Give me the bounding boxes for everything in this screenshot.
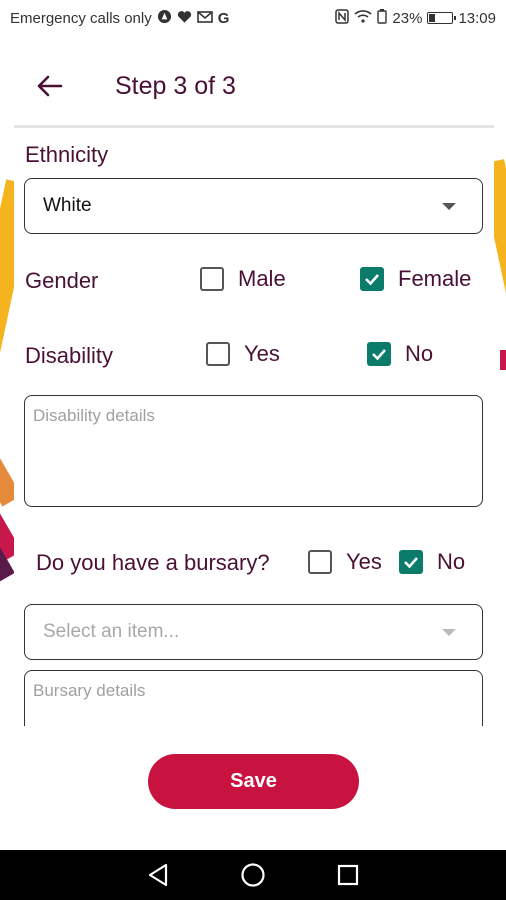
disability-no-option[interactable]: No	[367, 341, 433, 367]
gender-male-checkbox[interactable]	[200, 267, 224, 291]
carrier-text: Emergency calls only	[10, 9, 152, 27]
page-title: Step 3 of 3	[115, 72, 236, 100]
ethnicity-value: White	[43, 195, 92, 216]
gender-male-label: Male	[238, 266, 286, 291]
disability-yes-label: Yes	[244, 341, 280, 366]
check-icon	[372, 349, 386, 361]
wifi-icon	[354, 9, 372, 27]
back-button[interactable]	[34, 70, 66, 102]
alert-circle-icon	[157, 9, 172, 27]
profile-form: Ethnicity White Gender Male Female Disab…	[14, 128, 494, 726]
disability-details-input[interactable]: Disability details	[24, 395, 483, 507]
status-right: 23% 13:09	[335, 8, 496, 28]
check-icon	[365, 274, 379, 286]
bursary-select-placeholder: Select an item...	[43, 621, 180, 642]
gender-female-label: Female	[398, 266, 472, 291]
ethnicity-label: Ethnicity	[25, 142, 109, 167]
gender-female-option[interactable]: Female	[360, 266, 471, 292]
ethnicity-select[interactable]: White	[24, 178, 483, 234]
disability-no-label: No	[405, 341, 434, 366]
bursary-yes-option[interactable]: Yes	[308, 549, 382, 575]
bursary-no-checkbox[interactable]	[399, 550, 423, 574]
heart-icon	[177, 10, 192, 27]
bursary-yes-checkbox[interactable]	[308, 550, 332, 574]
battery-percent: 23%	[392, 9, 423, 27]
chevron-down-icon	[442, 203, 456, 210]
status-left: Emergency calls only G	[10, 9, 229, 27]
disability-label: Disability	[25, 343, 114, 368]
bursary-select[interactable]: Select an item...	[24, 604, 483, 660]
nav-recents-button[interactable]	[333, 860, 363, 890]
bursary-no-option[interactable]: No	[399, 549, 465, 575]
battery-saver-icon	[377, 8, 388, 28]
decor-ribbon-red-right	[500, 350, 506, 370]
nav-back-button[interactable]	[143, 860, 173, 890]
bursary-yes-label: Yes	[346, 549, 382, 574]
gender-label: Gender	[25, 268, 99, 293]
status-bar: Emergency calls only G 23% 13:09	[0, 0, 506, 36]
nfc-icon	[335, 8, 350, 28]
circle-home-icon	[241, 863, 265, 887]
gender-female-checkbox[interactable]	[360, 267, 384, 291]
battery-icon	[427, 12, 457, 24]
disability-yes-checkbox[interactable]	[206, 342, 230, 366]
disability-no-checkbox[interactable]	[367, 342, 391, 366]
arrow-left-icon	[37, 75, 63, 97]
chevron-down-icon	[442, 629, 456, 636]
app-bar: Step 3 of 3	[0, 36, 506, 126]
bursary-details-placeholder: Bursary details	[33, 681, 146, 700]
bursary-label: Do you have a bursary?	[36, 550, 270, 575]
bursary-no-label: No	[437, 549, 466, 574]
gender-male-option[interactable]: Male	[200, 266, 286, 292]
google-icon: G	[217, 9, 230, 27]
disability-yes-option[interactable]: Yes	[206, 341, 280, 367]
bursary-details-input[interactable]: Bursary details	[24, 670, 483, 726]
system-nav-bar	[0, 850, 506, 900]
check-icon	[404, 557, 418, 569]
clock-time: 13:09	[458, 9, 496, 27]
battery-level-fill	[429, 14, 435, 22]
disability-details-placeholder: Disability details	[33, 406, 155, 425]
triangle-back-icon	[148, 863, 167, 887]
square-recents-icon	[338, 864, 359, 886]
save-button[interactable]: Save	[148, 754, 359, 809]
nav-home-button[interactable]	[238, 860, 268, 890]
mail-icon	[196, 10, 213, 26]
